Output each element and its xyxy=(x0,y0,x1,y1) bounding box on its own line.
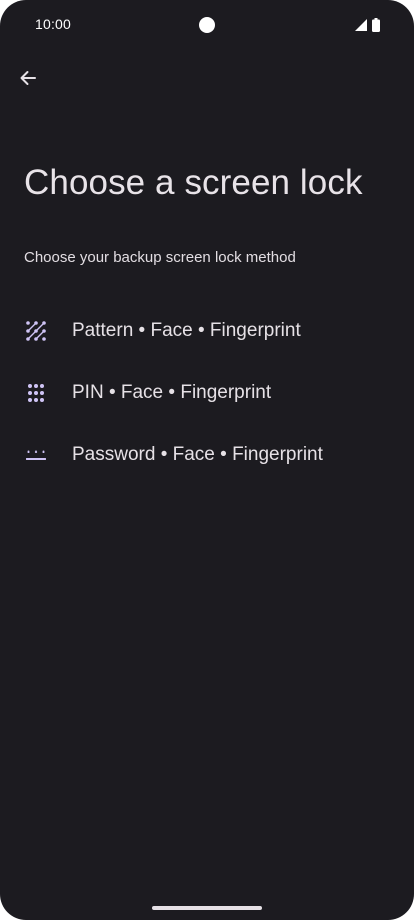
option-pattern[interactable]: Pattern • Face • Fingerprint xyxy=(0,300,414,362)
gesture-nav-handle[interactable] xyxy=(152,906,262,910)
screen: 10:00 Choose a screen lock Choose your b… xyxy=(0,0,414,920)
status-bar: 10:00 xyxy=(0,0,414,52)
status-time: 10:00 xyxy=(35,16,72,32)
option-password[interactable]: Password • Face • Fingerprint xyxy=(0,424,414,486)
option-label: Pattern • Face • Fingerprint xyxy=(72,320,301,341)
signal-icon xyxy=(355,18,367,32)
option-pin[interactable]: PIN • Face • Fingerprint xyxy=(0,362,414,424)
lock-options-list: Pattern • Face • Fingerprint PIN • Face … xyxy=(0,300,414,486)
option-label: Password • Face • Fingerprint xyxy=(72,444,323,465)
pattern-icon xyxy=(24,319,48,343)
option-label: PIN • Face • Fingerprint xyxy=(72,382,272,403)
battery-icon xyxy=(372,18,380,32)
back-button[interactable] xyxy=(10,60,46,96)
status-icons xyxy=(355,18,380,32)
page-title: Choose a screen lock xyxy=(24,163,363,202)
camera-cutout xyxy=(199,17,215,33)
back-arrow-icon xyxy=(18,68,38,88)
page-subtitle: Choose your backup screen lock method xyxy=(24,249,296,266)
password-icon xyxy=(24,443,48,467)
pin-icon xyxy=(24,381,48,405)
